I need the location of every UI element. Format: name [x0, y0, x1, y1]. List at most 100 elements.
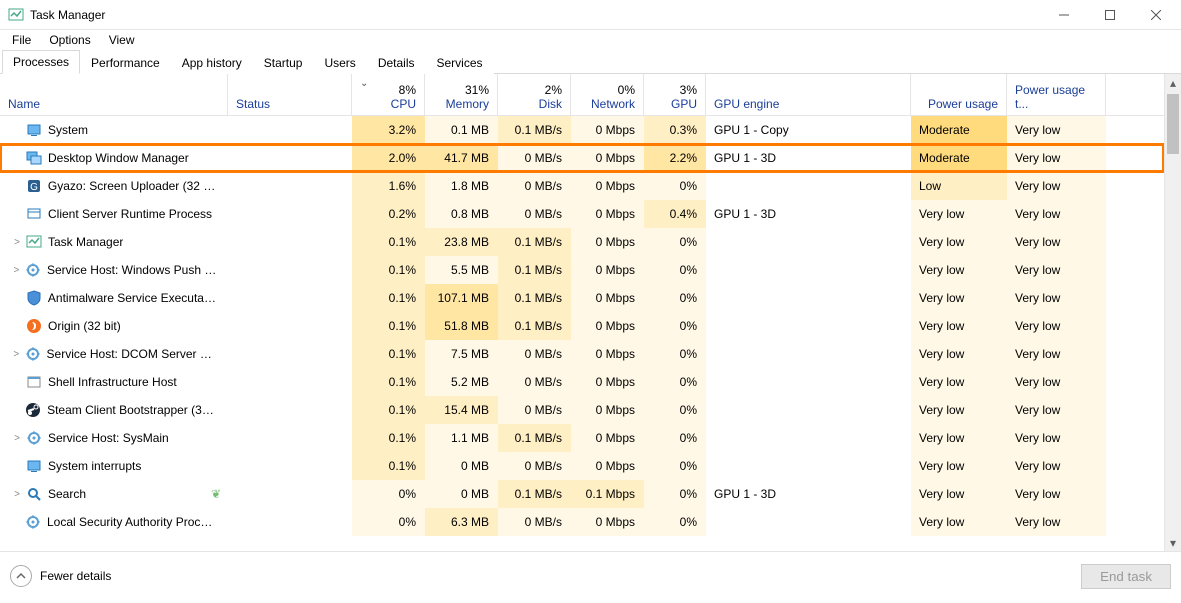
cell-disk: 0 MB/s [498, 508, 571, 536]
scroll-down-icon[interactable]: ▾ [1165, 534, 1181, 551]
cell-cpu: 2.0% [352, 144, 425, 172]
cell-network: 0 Mbps [571, 200, 644, 228]
tab-startup[interactable]: Startup [253, 51, 314, 74]
tab-details[interactable]: Details [367, 51, 426, 74]
cell-cpu: 0.2% [352, 200, 425, 228]
table-row[interactable]: > Search ❦ 0% 0 MB 0.1 MB/s 0.1 Mbps 0% … [0, 480, 1164, 508]
cell-memory: 107.1 MB [425, 284, 498, 312]
cell-network: 0 Mbps [571, 452, 644, 480]
tab-processes[interactable]: Processes [2, 50, 80, 74]
process-name: Steam Client Bootstrapper (32 bit) [47, 403, 219, 417]
col-memory[interactable]: 31%Memory [425, 74, 498, 115]
process-icon [26, 486, 42, 502]
cell-gpu: 0% [644, 480, 706, 508]
table-row[interactable]: System interrupts 0.1% 0 MB 0 MB/s 0 Mbp… [0, 452, 1164, 480]
cell-gpu-engine [706, 452, 911, 480]
cell-status [228, 200, 352, 228]
col-status[interactable]: Status [228, 74, 352, 115]
col-power-usage[interactable]: Power usage [911, 74, 1007, 115]
cell-status [228, 508, 352, 536]
col-gpu-engine[interactable]: GPU engine [706, 74, 911, 115]
cell-cpu: 0.1% [352, 424, 425, 452]
column-headers: Name Status ⌄8%CPU 31%Memory 2%Disk 0%Ne… [0, 74, 1164, 116]
tab-performance[interactable]: Performance [80, 51, 171, 74]
cell-memory: 51.8 MB [425, 312, 498, 340]
table-row[interactable]: Desktop Window Manager 2.0% 41.7 MB 0 MB… [0, 144, 1164, 172]
cell-memory: 41.7 MB [425, 144, 498, 172]
cell-power-trend: Very low [1007, 144, 1106, 172]
cell-name: Origin (32 bit) [0, 312, 228, 340]
process-icon [26, 430, 42, 446]
table-row[interactable]: > Service Host: SysMain 0.1% 1.1 MB 0.1 … [0, 424, 1164, 452]
tab-users[interactable]: Users [313, 51, 366, 74]
process-name: Service Host: DCOM Server Proc... [47, 347, 219, 361]
cell-disk: 0.1 MB/s [498, 424, 571, 452]
cell-network: 0 Mbps [571, 312, 644, 340]
table-row[interactable]: > Task Manager 0.1% 23.8 MB 0.1 MB/s 0 M… [0, 228, 1164, 256]
cell-disk: 0.1 MB/s [498, 256, 571, 284]
cell-disk: 0.1 MB/s [498, 480, 571, 508]
table-row[interactable]: > Service Host: DCOM Server Proc... 0.1%… [0, 340, 1164, 368]
cell-gpu-engine: GPU 1 - 3D [706, 144, 911, 172]
tab-services[interactable]: Services [426, 51, 494, 74]
cell-name: Client Server Runtime Process [0, 200, 228, 228]
expand-icon[interactable]: > [8, 265, 25, 276]
cell-cpu: 0.1% [352, 396, 425, 424]
expand-icon[interactable]: > [8, 237, 26, 248]
cell-gpu-engine [706, 256, 911, 284]
tab-app-history[interactable]: App history [171, 51, 253, 74]
col-name[interactable]: Name [0, 74, 228, 115]
scroll-up-icon[interactable]: ▴ [1165, 74, 1181, 91]
table-row[interactable]: System 3.2% 0.1 MB 0.1 MB/s 0 Mbps 0.3% … [0, 116, 1164, 144]
cell-gpu: 0.3% [644, 116, 706, 144]
table-row[interactable]: Steam Client Bootstrapper (32 bit) 0.1% … [0, 396, 1164, 424]
table-row[interactable]: Origin (32 bit) 0.1% 51.8 MB 0.1 MB/s 0 … [0, 312, 1164, 340]
cell-gpu-engine: GPU 1 - 3D [706, 200, 911, 228]
cell-name: G Gyazo: Screen Uploader (32 bit) [0, 172, 228, 200]
end-task-button[interactable]: End task [1081, 564, 1171, 589]
process-icon [26, 150, 42, 166]
cell-power: Very low [911, 368, 1007, 396]
cell-cpu: 0% [352, 508, 425, 536]
process-icon [26, 290, 42, 306]
menu-view[interactable]: View [101, 31, 143, 49]
cell-name: System [0, 116, 228, 144]
table-row[interactable]: Shell Infrastructure Host 0.1% 5.2 MB 0 … [0, 368, 1164, 396]
table-row[interactable]: Local Security Authority Process... 0% 6… [0, 508, 1164, 536]
cell-cpu: 3.2% [352, 116, 425, 144]
col-disk[interactable]: 2%Disk [498, 74, 571, 115]
close-button[interactable] [1133, 0, 1179, 30]
fewer-details-button[interactable]: Fewer details [10, 565, 111, 587]
expand-icon[interactable]: > [8, 349, 25, 360]
process-icon [26, 458, 42, 474]
cell-cpu: 0% [352, 480, 425, 508]
cell-power-trend: Very low [1007, 228, 1106, 256]
cell-network: 0 Mbps [571, 284, 644, 312]
cell-disk: 0.1 MB/s [498, 228, 571, 256]
cell-power: Very low [911, 424, 1007, 452]
table-row[interactable]: Client Server Runtime Process 0.2% 0.8 M… [0, 200, 1164, 228]
table-row[interactable]: G Gyazo: Screen Uploader (32 bit) 1.6% 1… [0, 172, 1164, 200]
fewer-details-label: Fewer details [40, 569, 111, 583]
cell-power-trend: Very low [1007, 200, 1106, 228]
menu-file[interactable]: File [4, 31, 39, 49]
process-icon [25, 346, 41, 362]
table-row[interactable]: Antimalware Service Executable 0.1% 107.… [0, 284, 1164, 312]
col-cpu[interactable]: ⌄8%CPU [352, 74, 425, 115]
tabs: Processes Performance App history Startu… [0, 50, 1181, 74]
cell-memory: 0 MB [425, 480, 498, 508]
col-power-trend[interactable]: Power usage t... [1007, 74, 1106, 115]
scroll-thumb[interactable] [1167, 94, 1179, 154]
expand-icon[interactable]: > [8, 489, 26, 500]
col-network[interactable]: 0%Network [571, 74, 644, 115]
col-gpu[interactable]: 3%GPU [644, 74, 706, 115]
menu-options[interactable]: Options [41, 31, 98, 49]
maximize-button[interactable] [1087, 0, 1133, 30]
titlebar[interactable]: Task Manager [0, 0, 1181, 30]
minimize-button[interactable] [1041, 0, 1087, 30]
expand-icon[interactable]: > [8, 433, 26, 444]
vertical-scrollbar[interactable]: ▴ ▾ [1164, 74, 1181, 551]
cell-network: 0 Mbps [571, 340, 644, 368]
cell-network: 0 Mbps [571, 116, 644, 144]
table-row[interactable]: > Service Host: Windows Push No... 0.1% … [0, 256, 1164, 284]
